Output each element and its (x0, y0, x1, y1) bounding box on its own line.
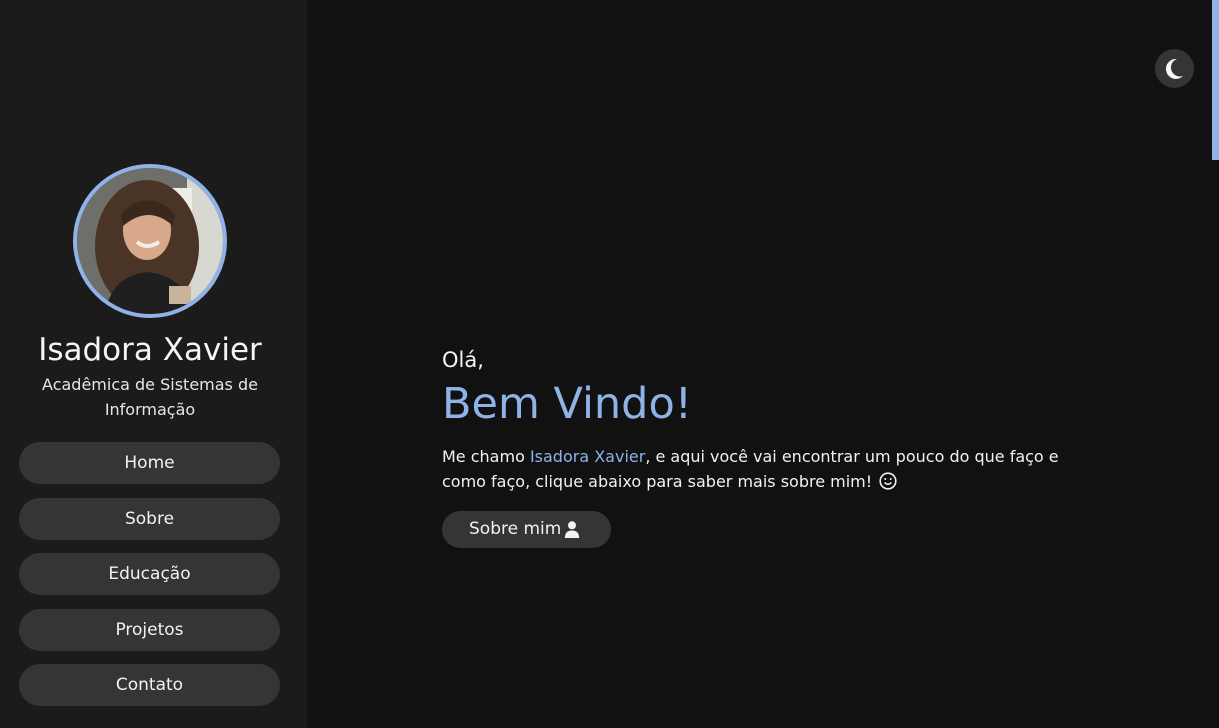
profile-name: Isadora Xavier (38, 332, 262, 368)
nav-item-home[interactable]: Home (19, 442, 280, 484)
welcome-title: Bem Vindo! (442, 379, 693, 429)
nav-item-educacao[interactable]: Educação (19, 553, 280, 595)
about-me-button[interactable]: Sobre mim (442, 511, 611, 548)
intro-text: Me chamo Isadora Xavier, e aqui você vai… (442, 444, 1067, 494)
greeting: Olá, (442, 348, 484, 372)
profile-subtitle: Acadêmica de Sistemas de Informação (42, 375, 258, 419)
nav-item-contato[interactable]: Contato (19, 664, 280, 706)
avatar (73, 164, 227, 318)
theme-toggle-button[interactable] (1155, 49, 1194, 88)
moon-icon (1165, 58, 1183, 79)
intro-prefix: Me chamo (442, 447, 530, 466)
about-me-label: Sobre mim (469, 519, 562, 539)
profile-photo (77, 168, 223, 314)
user-icon (564, 521, 580, 538)
scrollbar-thumb[interactable] (1212, 0, 1219, 160)
sidebar: Isadora Xavier Acadêmica de Sistemas de … (0, 0, 307, 728)
portfolio-page: Isadora Xavier Acadêmica de Sistemas de … (0, 0, 1219, 728)
nav-item-projetos[interactable]: Projetos (19, 609, 280, 651)
smile-icon (879, 472, 897, 490)
intro-name: Isadora Xavier (529, 447, 646, 466)
nav-item-sobre[interactable]: Sobre (19, 498, 280, 540)
